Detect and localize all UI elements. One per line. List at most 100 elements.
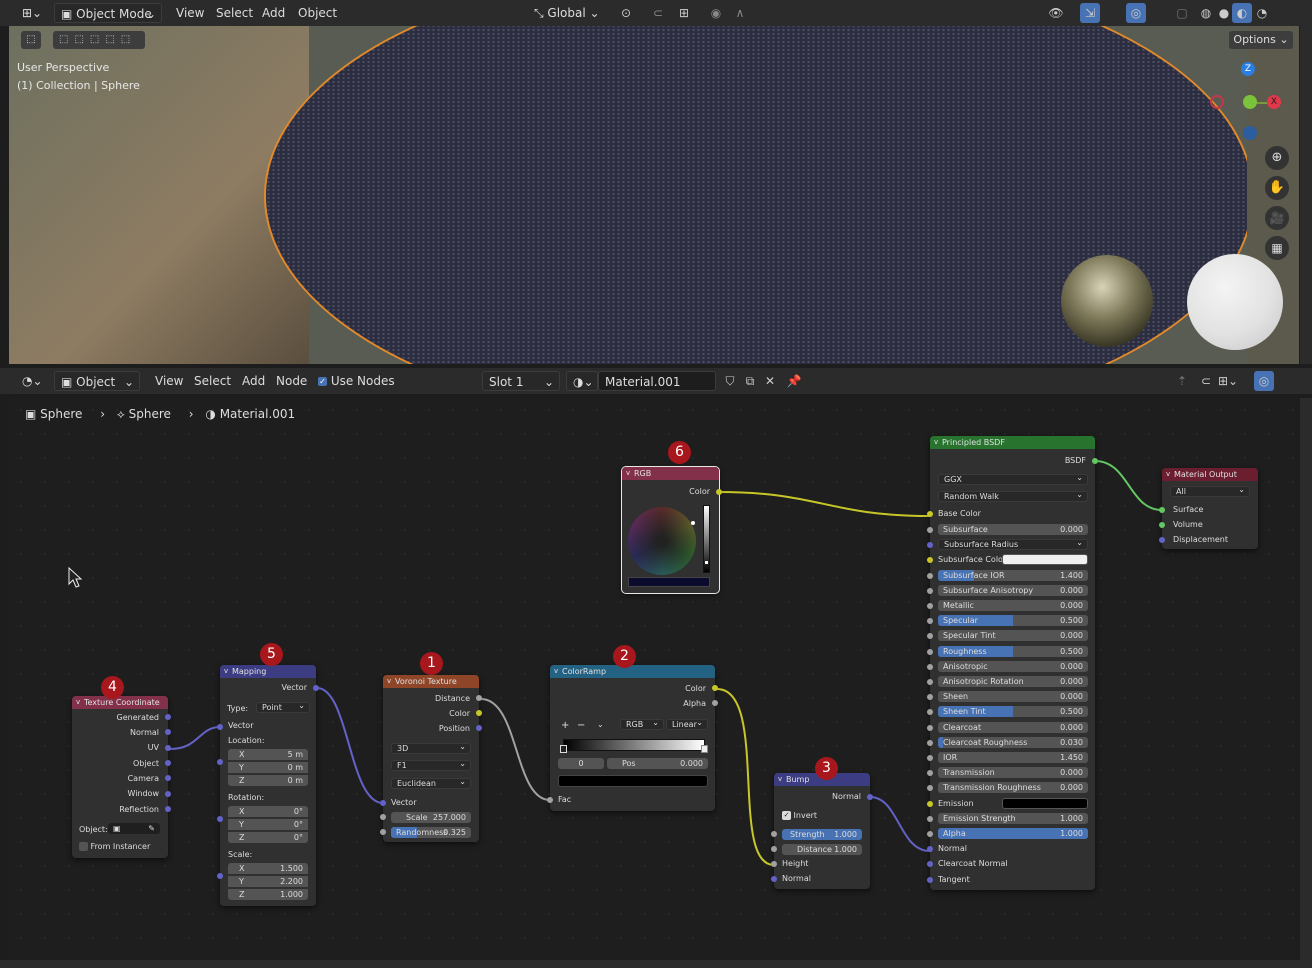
field-specular-tint[interactable]: Specular Tint 0.000 (938, 630, 1088, 641)
socket-fac-in[interactable] (547, 797, 553, 803)
stop-index-field[interactable]: 0 (558, 758, 604, 769)
ramp-menu-icon[interactable]: ⌄ (597, 720, 604, 729)
location-y[interactable]: Y 0 m (228, 762, 308, 773)
socket-roughness[interactable] (927, 649, 933, 655)
principled-bsdf-node[interactable]: Principled BSDF BSDF GGX Random Walk Bas… (927, 436, 1098, 890)
menu-view[interactable]: View (149, 371, 189, 391)
zoom-icon[interactable]: ⊕ (1265, 146, 1289, 170)
socket-window[interactable] (165, 791, 171, 797)
mapping-node[interactable]: Mapping Vector Type: Point Vector Locati… (217, 665, 319, 906)
snap-target-icon[interactable]: ⊞ (674, 3, 694, 23)
gizmo-x-axis[interactable]: X (1267, 95, 1281, 109)
emission-swatch[interactable] (1002, 798, 1088, 809)
socket-clearcoat[interactable] (927, 725, 933, 731)
proportional-edit-icon[interactable]: ◉ (706, 3, 726, 23)
mode-dropdown[interactable]: ▣ Object Mode ⌄ (54, 3, 162, 23)
field-subsurface-ior[interactable]: Subsurface IOR 1.400 (938, 570, 1088, 581)
socket-subsurface-ior[interactable] (927, 573, 933, 579)
socket-object[interactable] (165, 760, 171, 766)
socket-rotation-in[interactable] (217, 816, 223, 822)
color-wheel[interactable] (628, 507, 696, 575)
socket-generated[interactable] (165, 714, 171, 720)
options-button[interactable]: Options ⌄ (1229, 31, 1293, 49)
voronoi-texture-node[interactable]: Voronoi Texture Distance Color Position … (380, 675, 482, 842)
gizmo-z-axis[interactable]: Z (1241, 62, 1255, 76)
add-stop-button[interactable]: + (561, 720, 569, 731)
scale-field[interactable]: Scale 257.000 (391, 812, 471, 823)
socket-alpha-out[interactable] (712, 700, 718, 706)
menu-select[interactable]: Select (210, 3, 259, 23)
snap-icon[interactable]: ⊂ (1196, 371, 1216, 391)
select-tool-button[interactable]: ⬚ (21, 31, 41, 49)
node-header[interactable]: Principled BSDF (930, 436, 1095, 449)
socket-specular[interactable] (927, 618, 933, 624)
field-anisotropic[interactable]: Anisotropic 0.000 (938, 661, 1088, 672)
location-x[interactable]: X 5 m (228, 749, 308, 760)
material-browse-button[interactable]: ◑⌄ (566, 371, 598, 391)
field-clearcoat[interactable]: Clearcoat 0.000 (938, 722, 1088, 733)
field-clearcoat-roughness[interactable]: Clearcoat Roughness 0.030 (938, 737, 1088, 748)
socket-normal-out[interactable] (867, 794, 873, 800)
editor-type-button[interactable]: ◔⌄ (16, 371, 48, 391)
material-name-field[interactable]: Material.001 (598, 371, 716, 391)
socket-metallic[interactable] (927, 603, 933, 609)
pin-icon[interactable]: 📌 (784, 371, 804, 391)
remove-stop-button[interactable]: − (577, 720, 585, 731)
color-wheel-cursor[interactable] (691, 521, 695, 525)
socket-subsurface-color[interactable] (927, 557, 933, 563)
shading-rendered-icon[interactable]: ◔ (1252, 3, 1272, 23)
node-header[interactable]: ColorRamp (550, 665, 715, 678)
field-transmission-roughness[interactable]: Transmission Roughness 0.000 (938, 782, 1088, 793)
socket-color[interactable] (476, 710, 482, 716)
field-metallic[interactable]: Metallic 0.000 (938, 600, 1088, 611)
socket-scale-in[interactable] (380, 814, 386, 820)
shading-wireframe-icon[interactable]: ◍ (1196, 3, 1216, 23)
socket-clearcoat-roughness[interactable] (927, 740, 933, 746)
rgb-color-swatch[interactable] (628, 577, 710, 587)
distribution-dropdown[interactable]: GGX (938, 473, 1088, 485)
field-sheen-tint[interactable]: Sheen Tint 0.500 (938, 706, 1088, 717)
scale-x[interactable]: X 1.500 (228, 863, 308, 874)
camera-view-icon[interactable]: 🎥 (1265, 206, 1289, 230)
value-slider-handle[interactable] (705, 561, 708, 564)
field-subsurface[interactable]: Subsurface 0.000 (938, 524, 1088, 535)
field-roughness[interactable]: Roughness 0.500 (938, 646, 1088, 657)
field-subsurface-radius[interactable]: Subsurface Radius (938, 538, 1088, 550)
type-dropdown[interactable]: Point (256, 701, 310, 713)
duplicate-material-icon[interactable]: ⧉ (740, 371, 760, 391)
color-ramp-gradient[interactable] (563, 739, 705, 751)
socket-transmission-roughness[interactable] (927, 785, 933, 791)
socket-distance-in[interactable] (771, 846, 777, 852)
socket-emission-strength[interactable] (927, 816, 933, 822)
gizmo-toggle-icon[interactable]: ⇲ (1080, 3, 1100, 23)
scale-z[interactable]: Z 1.000 (228, 889, 308, 900)
distance-field[interactable]: Distance 1.000 (782, 844, 862, 855)
rotation-y[interactable]: Y 0° (228, 819, 308, 830)
object-type-dropdown[interactable]: ▣ Object ⌄ (54, 371, 140, 391)
node-header[interactable]: Material Output (1162, 468, 1258, 481)
stop-position-field[interactable]: Pos 0.000 (607, 758, 708, 769)
socket-ior[interactable] (927, 755, 933, 761)
ortho-grid-icon[interactable]: ▦ (1265, 236, 1289, 260)
field-subsurface-anisotropy[interactable]: Subsurface Anisotropy 0.000 (938, 585, 1088, 596)
field-specular[interactable]: Specular 0.500 (938, 615, 1088, 626)
field-transmission[interactable]: Transmission 0.000 (938, 767, 1088, 778)
snap-mode-icon[interactable]: ⊞⌄ (1218, 371, 1238, 391)
object-picker[interactable]: ▣ ✎ (108, 823, 160, 834)
stop-color-swatch[interactable] (558, 775, 708, 787)
rgb-node[interactable]: RGB Color (621, 466, 722, 594)
texture-coordinate-node[interactable]: Texture Coordinate Generated Normal UV O… (72, 696, 171, 858)
node-editor-canvas[interactable]: ▣ Sphere › ⟡ Sphere › ◑ Material.001 Tex… (9, 398, 1299, 960)
socket-color-out[interactable] (716, 489, 722, 495)
field-alpha[interactable]: Alpha 1.000 (938, 828, 1088, 839)
fake-user-icon[interactable]: ⛉ (720, 371, 740, 391)
subsurface-color-swatch[interactable] (1002, 554, 1088, 565)
socket-bsdf-out[interactable] (1092, 458, 1098, 464)
ramp-stop-white[interactable] (701, 745, 708, 753)
rotation-x[interactable]: X 0° (228, 806, 308, 817)
socket-position[interactable] (476, 725, 482, 731)
xray-icon[interactable]: ▢ (1172, 3, 1192, 23)
socket-reflection[interactable] (165, 806, 171, 812)
shading-solid-icon[interactable]: ● (1214, 3, 1234, 23)
gizmo-neg-z[interactable] (1243, 126, 1257, 140)
